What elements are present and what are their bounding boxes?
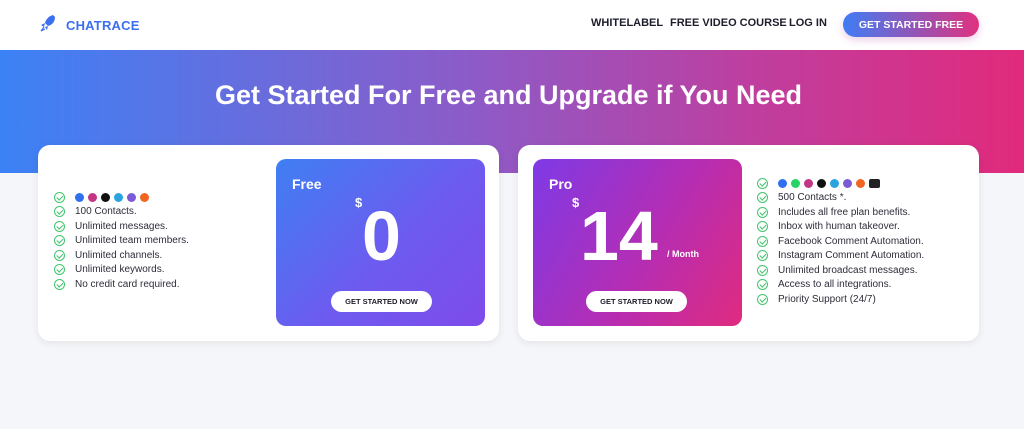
telegram-icon (830, 178, 839, 188)
viber-icon (127, 192, 136, 202)
feature-text: Unlimited channels. (75, 249, 163, 261)
feature-text: Unlimited team members. (75, 235, 189, 247)
feature-text: Facebook Comment Automation. (778, 235, 924, 247)
check-icon (54, 206, 65, 218)
list-item: Includes all free plan benefits. (757, 205, 924, 220)
list-item: No credit card required. (54, 277, 189, 292)
feature-text: Inbox with human takeover. (778, 221, 900, 233)
tiktok-icon (101, 192, 110, 202)
rocket-icon (40, 14, 56, 37)
feature-text: Includes all free plan benefits. (778, 206, 911, 218)
channel-icons (75, 192, 149, 202)
feature-text: Instagram Comment Automation. (778, 250, 925, 262)
list-item: Access to all integrations. (757, 278, 924, 293)
plan-name: Pro (549, 176, 573, 192)
channel-icons (778, 178, 880, 188)
nav-link-log-in[interactable]: LOG IN (789, 17, 827, 29)
top-nav: CHATRACE WHITELABEL FREE VIDEO COURSE LO… (0, 0, 1024, 50)
list-item (757, 176, 924, 191)
pro-feature-list: 500 Contacts *. Includes all free plan b… (757, 176, 924, 307)
free-get-started-button[interactable]: GET STARTED NOW (331, 291, 432, 312)
price-amount: 14 (580, 197, 658, 275)
feature-text: Unlimited broadcast messages. (778, 264, 918, 276)
check-icon (757, 235, 768, 247)
check-icon (54, 249, 65, 261)
feature-text: 100 Contacts. (75, 206, 137, 218)
check-icon (54, 264, 65, 276)
feature-text: Unlimited keywords. (75, 264, 165, 276)
price-amount: 0 (362, 197, 401, 275)
price-period: / Month (667, 249, 699, 259)
check-icon (757, 293, 768, 305)
list-item (54, 190, 189, 205)
pro-price-box: Pro $ 14 / Month GET STARTED NOW (533, 159, 742, 326)
list-item: Unlimited channels. (54, 248, 189, 263)
list-item: 100 Contacts. (54, 205, 189, 220)
nav-link-whitelabel[interactable]: WHITELABEL (591, 17, 663, 29)
viber-icon (843, 178, 852, 188)
plan-name: Free (292, 176, 322, 192)
list-item: Priority Support (24/7) (757, 292, 924, 307)
check-icon (54, 235, 65, 247)
list-item: Unlimited team members. (54, 234, 189, 249)
brand-logo[interactable]: CHATRACE (40, 14, 140, 37)
check-icon (757, 206, 768, 218)
page-title: Get Started For Free and Upgrade if You … (214, 80, 803, 110)
check-icon (757, 250, 768, 262)
tiktok-icon (817, 178, 826, 188)
email-icon (869, 178, 880, 188)
messenger-icon (75, 192, 84, 202)
instagram-icon (804, 178, 813, 188)
brand-name: CHATRACE (66, 18, 140, 33)
free-price-box: Free $ 0 GET STARTED NOW (276, 159, 485, 326)
check-icon (757, 221, 768, 233)
chat-bubble-icon (140, 192, 149, 202)
check-icon (54, 278, 65, 290)
list-item: Unlimited broadcast messages. (757, 263, 924, 278)
feature-text: Access to all integrations. (778, 279, 892, 291)
check-icon (54, 191, 65, 203)
list-item: Unlimited messages. (54, 219, 189, 234)
list-item: Inbox with human takeover. (757, 220, 924, 235)
check-icon (757, 192, 768, 204)
whatsapp-icon (791, 178, 800, 188)
list-item: Facebook Comment Automation. (757, 234, 924, 249)
nav-link-free-video-course[interactable]: FREE VIDEO COURSE (670, 17, 787, 29)
telegram-icon (114, 192, 123, 202)
check-icon (757, 177, 768, 189)
get-started-free-button[interactable]: GET STARTED FREE (843, 12, 979, 37)
list-item: Instagram Comment Automation. (757, 249, 924, 264)
list-item: 500 Contacts *. (757, 191, 924, 206)
currency-symbol: $ (572, 195, 580, 210)
chat-bubble-icon (856, 178, 865, 188)
check-icon (757, 264, 768, 276)
messenger-icon (778, 178, 787, 188)
list-item: Unlimited keywords. (54, 263, 189, 278)
instagram-icon (88, 192, 97, 202)
pro-get-started-button[interactable]: GET STARTED NOW (586, 291, 687, 312)
check-icon (54, 220, 65, 232)
check-icon (757, 279, 768, 291)
free-feature-list: 100 Contacts. Unlimited messages. Unlimi… (54, 190, 189, 292)
feature-text: 500 Contacts *. (778, 192, 847, 204)
feature-text: Unlimited messages. (75, 220, 168, 232)
feature-text: Priority Support (24/7) (778, 293, 876, 305)
feature-text: No credit card required. (75, 278, 180, 290)
